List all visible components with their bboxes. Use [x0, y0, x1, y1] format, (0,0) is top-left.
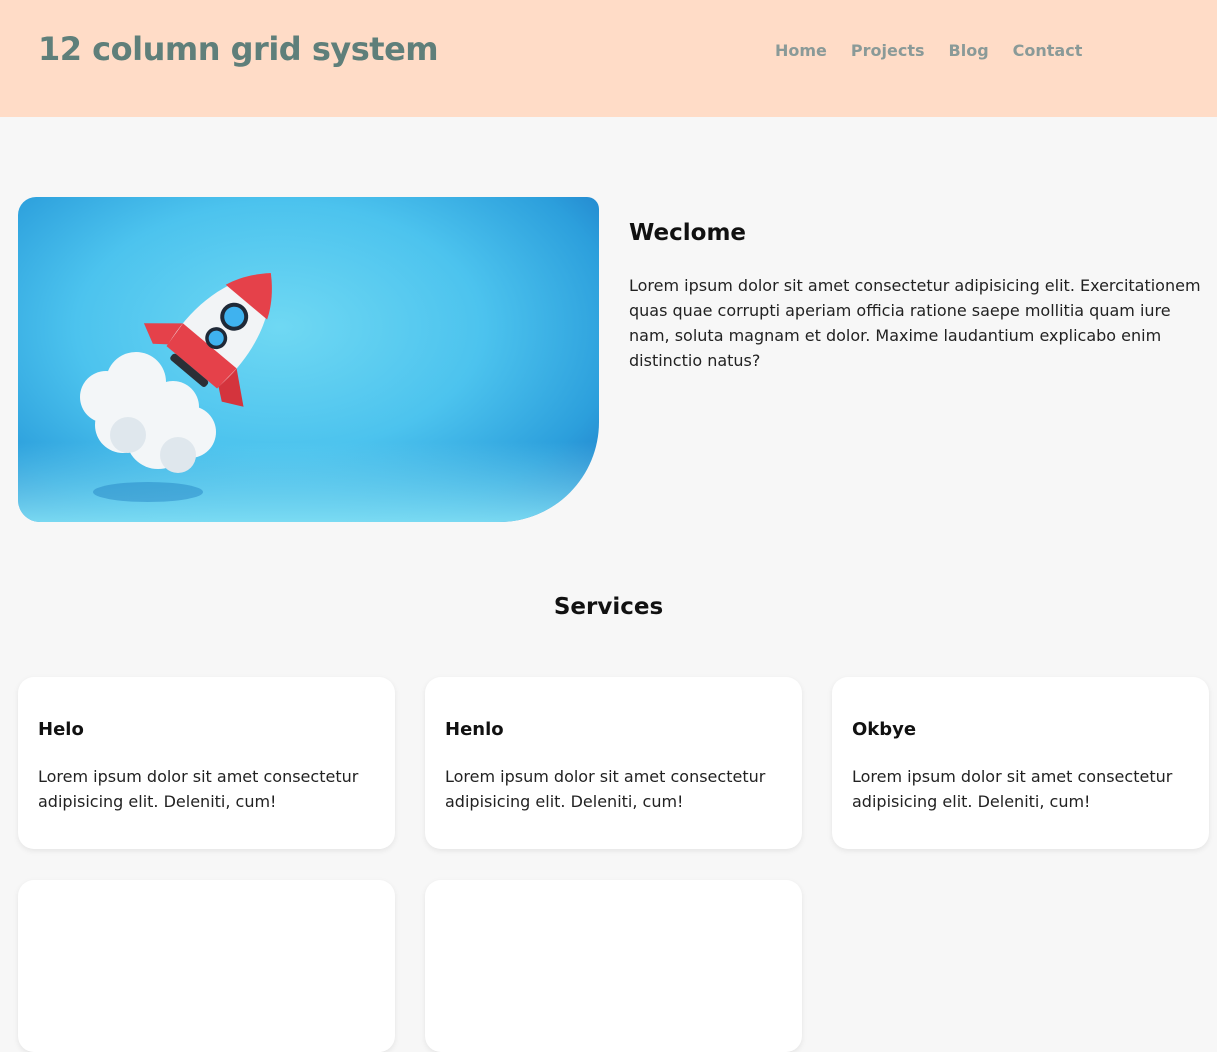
hero-image	[18, 197, 599, 522]
rocket-icon	[80, 273, 272, 502]
site-title: 12 column grid system	[38, 30, 439, 68]
welcome-text: Lorem ipsum dolor sit amet consectetur a…	[629, 276, 1201, 370]
main-nav: Home Projects Blog Contact	[775, 41, 1082, 60]
nav-blog-link[interactable]: Blog	[949, 41, 989, 60]
service-card-helo: Helo Lorem ipsum dolor sit amet consecte…	[18, 677, 395, 849]
service-card-partial	[425, 880, 802, 1052]
card-text: Lorem ipsum dolor sit amet consectetur a…	[38, 767, 359, 811]
site-header: 12 column grid system Home Projects Blog…	[0, 0, 1217, 117]
card-text: Lorem ipsum dolor sit amet consectetur a…	[852, 767, 1173, 811]
card-title: Helo	[38, 719, 84, 740]
nav-contact-link[interactable]: Contact	[1013, 41, 1083, 60]
service-card-partial	[18, 880, 395, 1052]
service-card-henlo: Henlo Lorem ipsum dolor sit amet consect…	[425, 677, 802, 849]
card-title: Okbye	[852, 719, 917, 740]
nav-home-link[interactable]: Home	[775, 41, 827, 60]
service-card-okbye: Okbye Lorem ipsum dolor sit amet consect…	[832, 677, 1209, 849]
card-title: Henlo	[445, 719, 504, 740]
card-text: Lorem ipsum dolor sit amet consectetur a…	[445, 767, 766, 811]
nav-projects-link[interactable]: Projects	[851, 41, 925, 60]
welcome-heading: Weclome	[629, 220, 747, 246]
services-heading: Services	[553, 594, 664, 620]
